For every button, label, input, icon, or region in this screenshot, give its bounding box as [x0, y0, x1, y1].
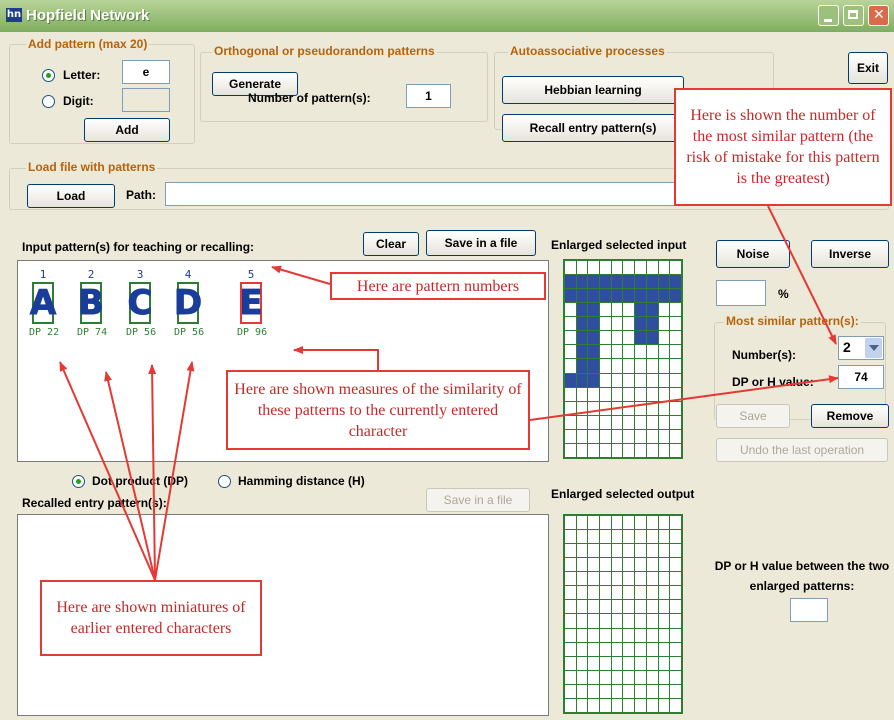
arrow-to-number [767, 205, 837, 345]
arrow-to-miniature [148, 364, 157, 581]
arrow-to-dp-value [529, 375, 839, 421]
annotation-arrows [59, 205, 839, 581]
arrow-to-miniature [154, 361, 195, 581]
arrow-to-miniature [104, 371, 156, 581]
arrow-to-measures [293, 346, 379, 370]
arrow-to-miniature [59, 361, 156, 581]
arrow-to-numbers [271, 265, 331, 285]
app-window: hn Hopfield Network Add pattern (max 20)… [0, 0, 894, 720]
